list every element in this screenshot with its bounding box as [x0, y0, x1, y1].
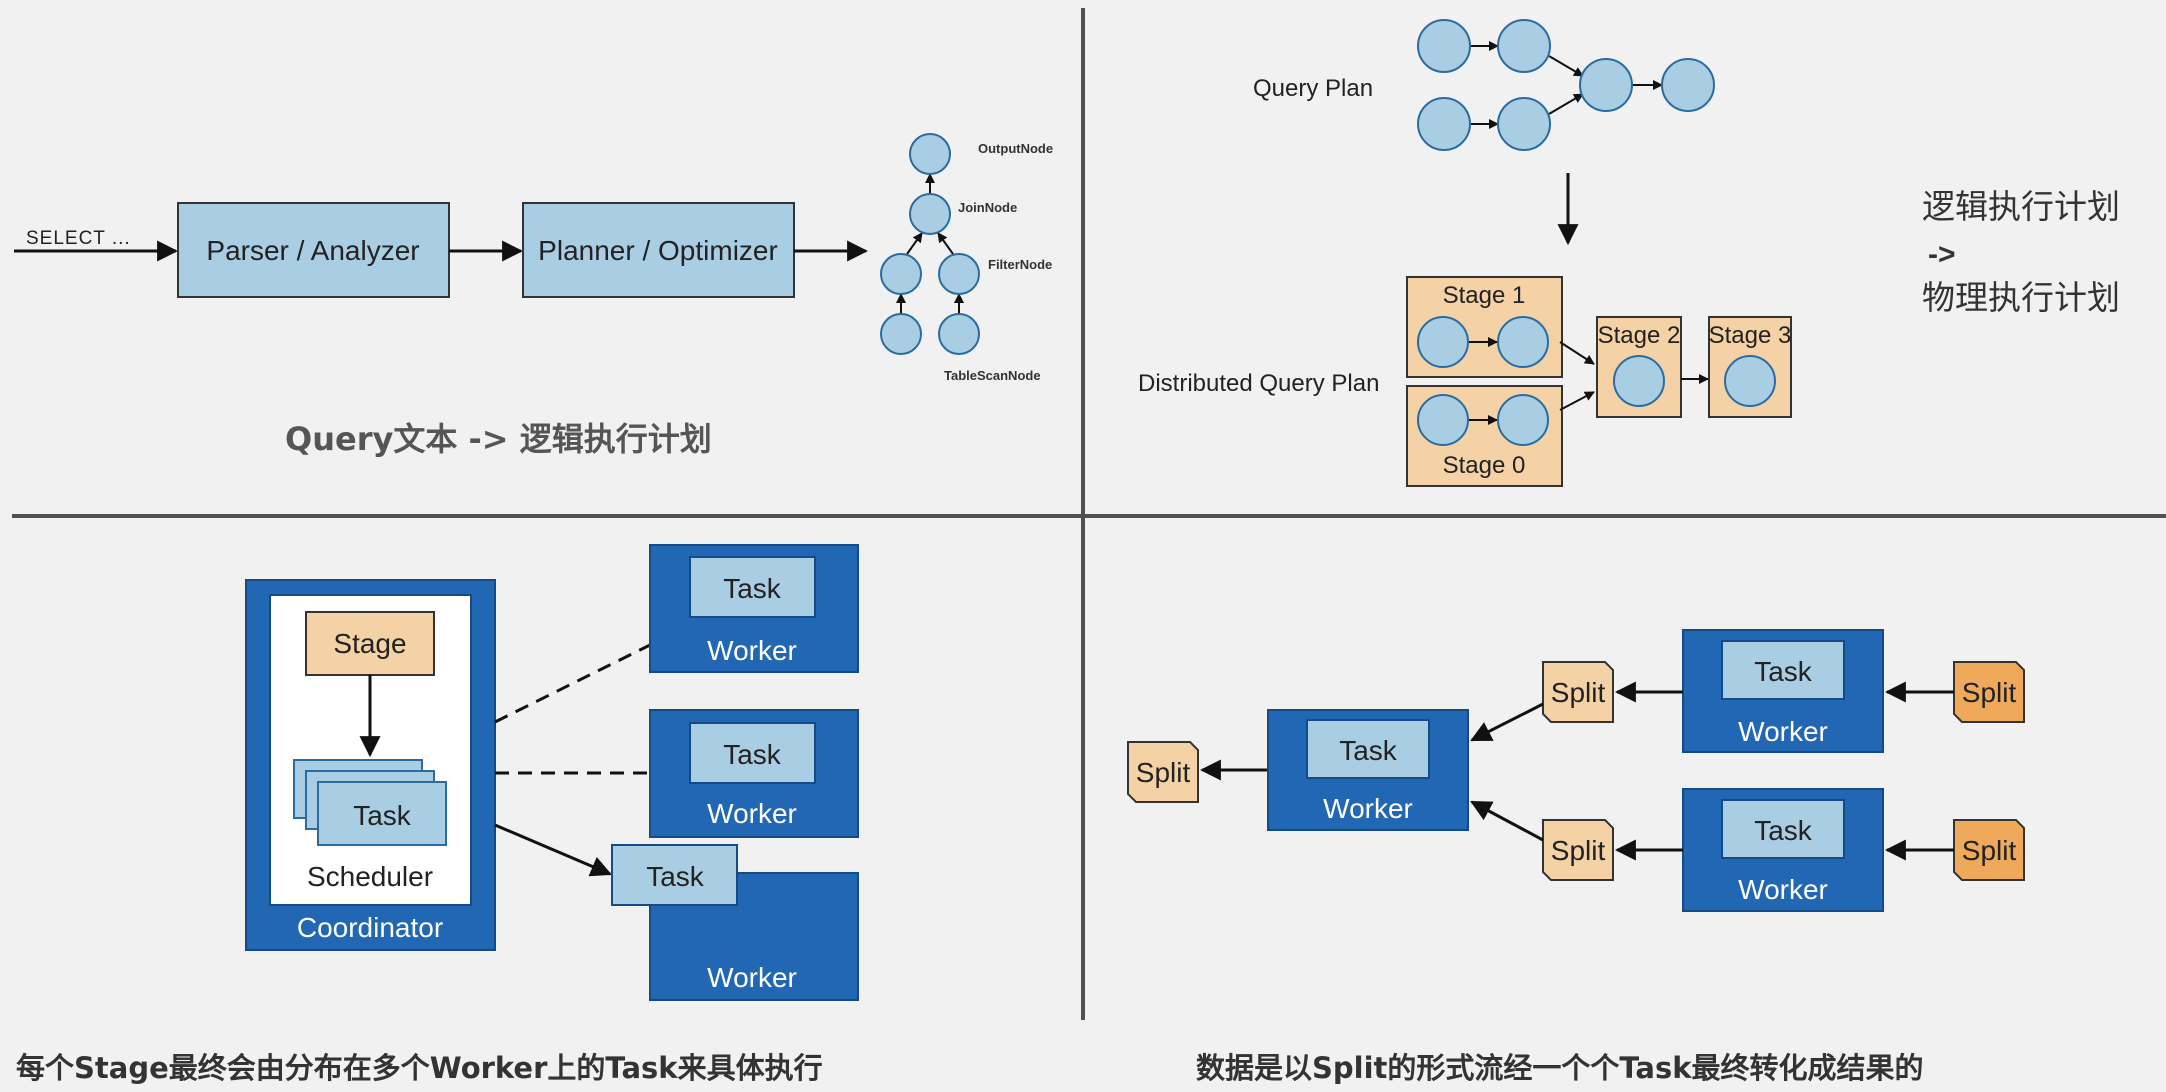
stage-1-label: Stage 1	[1443, 282, 1526, 309]
q1-caption: Query文本 -> 逻辑执行计划	[285, 420, 712, 458]
distributed-plan-panel: Query Plan Distributed Query Plan Stage …	[1138, 19, 2120, 487]
dashed-link-1	[494, 643, 651, 724]
central-task-label: Task	[1339, 735, 1398, 766]
worker-1-label: Worker	[707, 635, 797, 666]
incoming-task-label: Task	[646, 861, 705, 892]
distributed-plan-label: Distributed Query Plan	[1138, 370, 1379, 397]
select-input-label: SELECT ...	[26, 228, 131, 249]
architecture-diagram: SELECT ... Parser / Analyzer Planner / O…	[12, 8, 2166, 1085]
filter-node-left	[880, 253, 922, 295]
split-mid-bottom-label: Split	[1551, 835, 1606, 866]
stage-0-label: Stage 0	[1443, 452, 1526, 479]
query-plan-graph	[1417, 19, 1715, 151]
assign-task-arrow	[494, 823, 612, 877]
side-text-arrow: ->	[1928, 238, 1956, 271]
output-node-label: OutputNode	[978, 141, 1053, 156]
stage-3-label: Stage 3	[1709, 322, 1792, 349]
right-bottom-task-label: Task	[1754, 815, 1813, 846]
right-bottom-worker-label: Worker	[1738, 874, 1828, 905]
scheduling-panel: Coordinator Stage Task Scheduler Task Wo…	[16, 544, 859, 1085]
stage-2-label: Stage 2	[1598, 322, 1681, 349]
split-input-top-label: Split	[1962, 677, 2017, 708]
tablescan-node-label: TableScanNode	[944, 368, 1041, 383]
split-input-bottom-label: Split	[1962, 835, 2017, 866]
output-node	[909, 133, 951, 175]
side-text-line-2: 物理执行计划	[1922, 278, 2120, 317]
right-top-task-label: Task	[1754, 656, 1813, 687]
stage-label: Stage	[333, 628, 406, 659]
diagram-canvas: SELECT ... Parser / Analyzer Planner / O…	[0, 0, 2166, 1092]
split-output-label: Split	[1136, 757, 1191, 788]
worker-1-task-label: Task	[723, 573, 782, 604]
scheduler-task-label: Task	[353, 800, 412, 831]
tablescan-node-left	[880, 313, 922, 355]
join-node	[909, 193, 951, 235]
q4-caption: 数据是以Split的形式流经一个个Task最终转化成结果的	[1196, 1051, 1924, 1085]
planner-optimizer-label: Planner / Optimizer	[538, 235, 778, 266]
query-parsing-panel: SELECT ... Parser / Analyzer Planner / O…	[14, 133, 1053, 458]
worker-2-label: Worker	[707, 798, 797, 829]
join-node-label: JoinNode	[958, 200, 1017, 215]
data-flow-panel: Split Task Worker Split Split Task Worke…	[1127, 629, 2025, 1085]
logical-plan-tree: OutputNode JoinNode FilterNode TableScan…	[880, 133, 1053, 383]
filter-node-label: FilterNode	[988, 257, 1052, 272]
worker-3-label: Worker	[707, 962, 797, 993]
filter-node-right	[938, 253, 980, 295]
tablescan-node-right	[938, 313, 980, 355]
split-mid-top-label: Split	[1551, 677, 1606, 708]
q3-caption: 每个Stage最终会由分布在多个Worker上的Task来具体执行	[16, 1051, 823, 1085]
central-worker-label: Worker	[1323, 793, 1413, 824]
coordinator-label: Coordinator	[297, 912, 443, 943]
right-top-worker-label: Worker	[1738, 716, 1828, 747]
worker-2-task-label: Task	[723, 739, 782, 770]
query-plan-label: Query Plan	[1253, 75, 1373, 102]
side-text-line-1: 逻辑执行计划	[1922, 187, 2120, 226]
parser-analyzer-label: Parser / Analyzer	[206, 235, 419, 266]
scheduler-label: Scheduler	[307, 861, 433, 892]
